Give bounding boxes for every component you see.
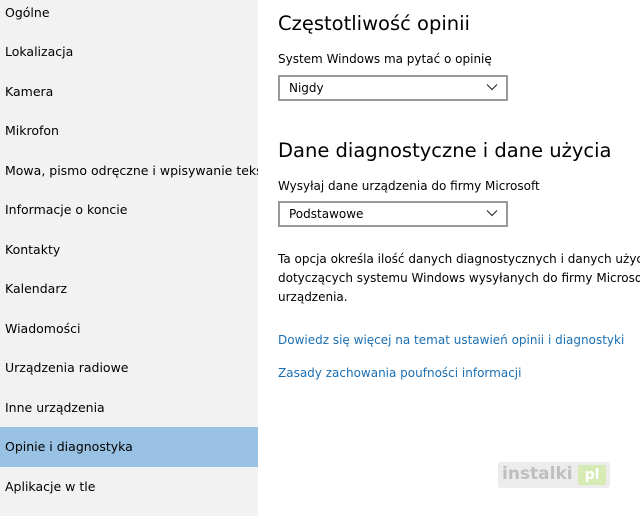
sidebar-item-location[interactable]: Lokalizacja — [0, 32, 258, 72]
sidebar-item-speech-inking-typing[interactable]: Mowa, pismo odręczne i wpisywanie tekstu — [0, 151, 258, 191]
watermark-text: instalki — [502, 464, 573, 484]
diagnostics-label: Wysyłaj dane urządzenia do firmy Microso… — [278, 179, 540, 193]
sidebar-item-contacts[interactable]: Kontakty — [0, 230, 258, 270]
description-line: Ta opcja określa ilość danych diagnostyc… — [278, 252, 640, 266]
instalki-watermark-logo: instalki pl — [498, 462, 610, 488]
feedback-frequency-dropdown[interactable]: Nigdy — [278, 75, 508, 101]
sidebar-item-calendar[interactable]: Kalendarz — [0, 269, 258, 309]
diagnostics-heading: Dane diagnostyczne i dane użycia — [278, 139, 612, 162]
dropdown-value: Nigdy — [289, 81, 324, 95]
sidebar-item-microphone[interactable]: Mikrofon — [0, 111, 258, 151]
feedback-frequency-label: System Windows ma pytać o opinię — [278, 52, 492, 66]
settings-content: Częstotliwość opinii System Windows ma p… — [258, 0, 640, 516]
sidebar-item-messaging[interactable]: Wiadomości — [0, 309, 258, 349]
sidebar-item-account-info[interactable]: Informacje o koncie — [0, 190, 258, 230]
settings-sidebar: Ogólne Lokalizacja Kamera Mikrofon Mowa,… — [0, 0, 258, 516]
diagnostics-description: Ta opcja określa ilość danych diagnostyc… — [278, 250, 640, 307]
privacy-statement-link[interactable]: Zasady zachowania poufności informacji — [278, 366, 521, 380]
sidebar-item-background-apps[interactable]: Aplikacje w tle — [0, 467, 258, 507]
diagnostics-data-dropdown[interactable]: Podstawowe — [278, 201, 508, 227]
sidebar-item-general[interactable]: Ogólne — [0, 0, 258, 33]
sidebar-item-camera[interactable]: Kamera — [0, 72, 258, 112]
sidebar-item-radios[interactable]: Urządzenia radiowe — [0, 348, 258, 388]
watermark-badge: pl — [578, 465, 606, 485]
chevron-down-icon — [486, 210, 498, 217]
sidebar-item-feedback-diagnostics[interactable]: Opinie i diagnostyka — [0, 427, 258, 467]
dropdown-value: Podstawowe — [289, 207, 364, 221]
chevron-down-icon — [486, 84, 498, 91]
sidebar-item-other-devices[interactable]: Inne urządzenia — [0, 388, 258, 428]
learn-more-link[interactable]: Dowiedz się więcej na temat ustawień opi… — [278, 333, 624, 347]
description-line: urządzenia. — [278, 290, 348, 304]
description-line: dotyczących systemu Windows wysyłanych d… — [278, 271, 640, 285]
feedback-frequency-heading: Częstotliwość opinii — [278, 12, 470, 35]
